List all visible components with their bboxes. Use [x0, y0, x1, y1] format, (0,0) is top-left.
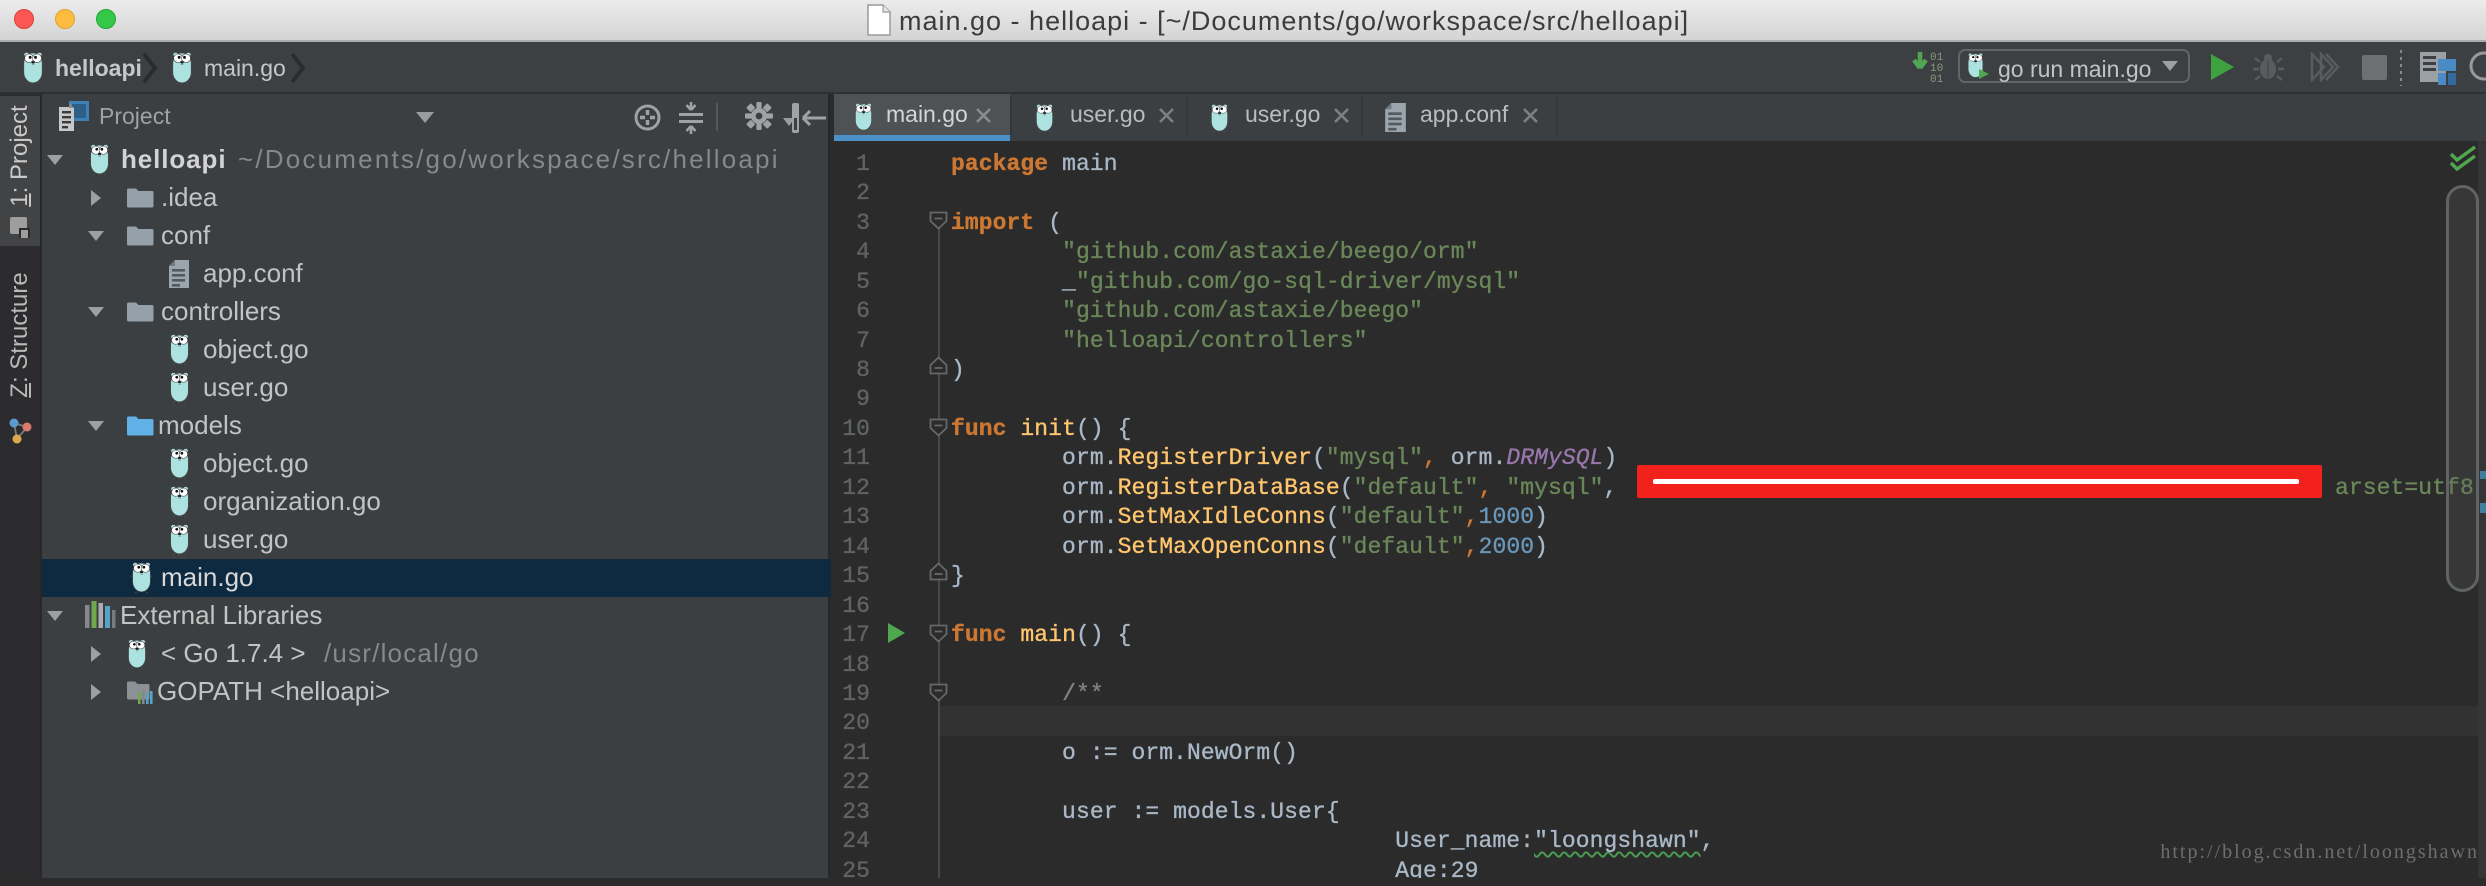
svg-text:01: 01 [1930, 74, 1944, 86]
